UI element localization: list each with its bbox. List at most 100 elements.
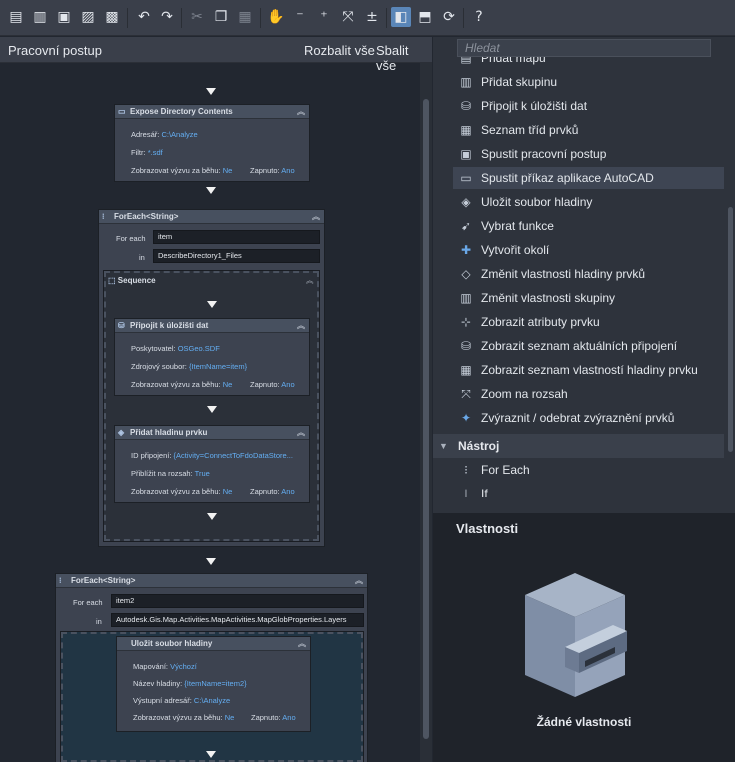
layer-name-value[interactable]: {ItemName=item2} xyxy=(184,679,246,688)
save-icon[interactable]: ▣ xyxy=(54,7,74,27)
list-item-label: Změnit vlastnosti hladiny prvků xyxy=(481,267,646,281)
group-header-tool[interactable]: ▼ Nástroj xyxy=(433,434,724,458)
in-label: in xyxy=(96,617,102,626)
refresh-icon[interactable]: ⟳ xyxy=(439,7,459,27)
paste-icon[interactable]: ▦ xyxy=(235,7,255,27)
prompt-value[interactable]: Ne xyxy=(223,166,233,175)
foreach-variable-input[interactable]: item xyxy=(153,230,320,244)
workflow-title: Pracovní postup xyxy=(8,43,102,58)
list-item-foreach[interactable]: ⁝ For Each xyxy=(453,459,725,481)
workflow-scrollbar[interactable] xyxy=(420,63,432,762)
collapse-icon[interactable]: ︽ xyxy=(306,275,314,286)
list-item-if[interactable]: ⊥ If xyxy=(453,483,725,497)
body-container[interactable]: Uložit soubor hladiny ︽ Mapování: Výchoz… xyxy=(60,631,364,762)
enabled-value[interactable]: Ano xyxy=(281,166,294,175)
list-item-save-layer[interactable]: ◈ Uložit soubor hladiny xyxy=(453,191,725,213)
zoom-out-icon[interactable]: ⁻ xyxy=(290,7,310,27)
mapping-value[interactable]: Výchozí xyxy=(170,662,197,671)
activity-foreach[interactable]: ⁝ ForEach<String> ︽ For each item in Des… xyxy=(98,209,325,547)
list-item-layer-props[interactable]: ◇ Změnit vlastnosti hladiny prvků xyxy=(453,263,725,285)
collapse-icon[interactable]: ︽ xyxy=(297,426,305,440)
list-item-label: Spustit pracovní postup xyxy=(481,147,607,161)
provider-value[interactable]: OSGeo.SDF xyxy=(178,344,220,353)
connection-value[interactable]: {Activity=ConnectToFdoDataStore... xyxy=(174,451,293,460)
undo-icon[interactable]: ↶ xyxy=(134,7,154,27)
zoom-window-icon[interactable]: ± xyxy=(362,7,382,27)
prompt-value[interactable]: Ne xyxy=(223,380,233,389)
list-item-zoom-extents[interactable]: ⤧ Zoom na rozsah xyxy=(453,383,725,405)
open-icon[interactable]: ▥ xyxy=(30,7,50,27)
list-item-label: Seznam tříd prvků xyxy=(481,123,579,137)
sequence-container[interactable]: ⬚ Sequence ︽ ⛁ Připojit k úložišti dat ︽… xyxy=(103,270,320,542)
foreach-collection-input[interactable]: DescribeDirectory1_Files xyxy=(153,249,320,263)
expand-all-link[interactable]: Rozbalit vše xyxy=(304,43,375,58)
activity-title: ForEach<String> xyxy=(114,212,179,221)
filter-value[interactable]: *.sdf xyxy=(148,148,163,157)
list-item-layer-list[interactable]: ▦ Zobrazit seznam vlastností hladiny prvk… xyxy=(453,359,725,381)
prompt-value[interactable]: Ne xyxy=(223,487,233,496)
collapse-icon[interactable]: ︽ xyxy=(312,210,320,224)
search-input[interactable]: Hledat xyxy=(457,39,711,57)
field-label: Výstupní adresář: xyxy=(133,696,192,705)
list-item-group-props[interactable]: ▥ Změnit vlastnosti skupiny xyxy=(453,287,725,309)
list-item-attributes[interactable]: ⊹ Zobrazit atributy prvku xyxy=(453,311,725,333)
enabled-value[interactable]: Ano xyxy=(282,713,295,722)
foreach-variable-input[interactable]: item2 xyxy=(111,594,364,608)
activity-expose-directory[interactable]: ▭ Expose Directory Contents ︽ Adresář: C… xyxy=(114,104,310,182)
activity-add-layer[interactable]: ◈ Přidat hladinu prvku ︽ ID připojení: {… xyxy=(114,425,310,503)
activity-title: Připojit k úložišti dat xyxy=(130,321,209,330)
scrollbar-thumb[interactable] xyxy=(728,207,733,452)
list-item-add-map[interactable]: ▤ Přidat mapu xyxy=(453,57,725,69)
cut-icon[interactable]: ✂ xyxy=(187,7,207,27)
toolbar-separator xyxy=(181,8,182,28)
collapse-icon[interactable]: ︽ xyxy=(298,637,306,651)
workflow-canvas[interactable]: ▭ Expose Directory Contents ︽ Adresář: C… xyxy=(0,63,420,762)
zoom-extents-icon[interactable]: ⤧ xyxy=(338,7,358,27)
activity-connect-datastore[interactable]: ⛁ Připojit k úložišti dat ︽ Poskytovatel… xyxy=(114,318,310,396)
list-item-label: Zobrazit seznam aktuálních připojení xyxy=(481,339,678,353)
output-folder-value[interactable]: C:\Analyze xyxy=(194,696,230,705)
source-value[interactable]: {ItemName=item} xyxy=(189,362,247,371)
layout-vertical-icon[interactable]: ◧ xyxy=(391,7,411,27)
enabled-value[interactable]: Ano xyxy=(281,380,294,389)
list-item-add-group[interactable]: ▥ Přidat skupinu xyxy=(453,71,725,93)
pan-icon[interactable]: ✋ xyxy=(266,7,286,27)
activity-save-layer[interactable]: Uložit soubor hladiny ︽ Mapování: Výchoz… xyxy=(116,636,311,732)
layout-horizontal-icon[interactable]: ⬒ xyxy=(415,7,435,27)
enabled-value[interactable]: Ano xyxy=(281,487,294,496)
list-item-connect[interactable]: ⛁ Připojit k úložišti dat xyxy=(453,95,725,117)
database-icon: ⛁ xyxy=(460,99,472,113)
field-label: Zdrojový soubor: xyxy=(131,362,187,371)
zoom-in-icon[interactable]: ⁺ xyxy=(314,7,334,27)
help-icon[interactable]: ? xyxy=(469,7,489,27)
list-item-highlight[interactable]: ✦ Zvýraznit / odebrat zvýraznění prvků xyxy=(453,407,725,429)
field-label: Zobrazovat výzvu za běhu: xyxy=(131,166,221,175)
list-item-buffer[interactable]: ✚ Vytvořit okolí xyxy=(453,239,725,261)
scrollbar-thumb[interactable] xyxy=(423,99,429,739)
list-item-select[interactable]: ➹ Vybrat funkce xyxy=(453,215,725,237)
save-all-icon[interactable]: ▩ xyxy=(102,7,122,27)
redo-icon[interactable]: ↷ xyxy=(157,7,177,27)
activities-scrollbar[interactable] xyxy=(725,57,735,497)
collapse-icon[interactable]: ︽ xyxy=(297,105,305,119)
collapse-icon[interactable]: ︽ xyxy=(297,319,305,333)
collapse-icon[interactable]: ︽ xyxy=(355,574,363,588)
flow-arrow xyxy=(206,558,216,565)
save-as-icon[interactable]: ▨ xyxy=(78,7,98,27)
list-item-connections[interactable]: ⛁ Zobrazit seznam aktuálních připojení xyxy=(453,335,725,357)
prompt-value[interactable]: Ne xyxy=(225,713,235,722)
foreach-collection-input[interactable]: Autodesk.Gis.Map.Activities.MapActivitie… xyxy=(111,613,364,627)
sequence-title: Sequence xyxy=(117,276,156,285)
field-label: Zapnuto: xyxy=(250,487,280,496)
address-value[interactable]: C:\Analyze xyxy=(161,130,197,139)
workflow-pane: Pracovní postup Rozbalit vše Sbalit vše … xyxy=(0,37,432,762)
copy-icon[interactable]: ❐ xyxy=(211,7,231,27)
foreach-label: For each xyxy=(73,598,103,607)
list-item-run-command[interactable]: ▭ Spustit příkaz aplikace AutoCAD xyxy=(453,167,724,189)
zoom-value[interactable]: True xyxy=(195,469,210,478)
new-icon[interactable]: ▤ xyxy=(6,7,26,27)
activity-title: ForEach<String> xyxy=(71,576,136,585)
activity-foreach[interactable]: ⁝ ForEach<String> ︽ For each item2 in Au… xyxy=(55,573,368,762)
list-item-class-list[interactable]: ▦ Seznam tříd prvků xyxy=(453,119,725,141)
list-item-run-workflow[interactable]: ▣ Spustit pracovní postup xyxy=(453,143,725,165)
